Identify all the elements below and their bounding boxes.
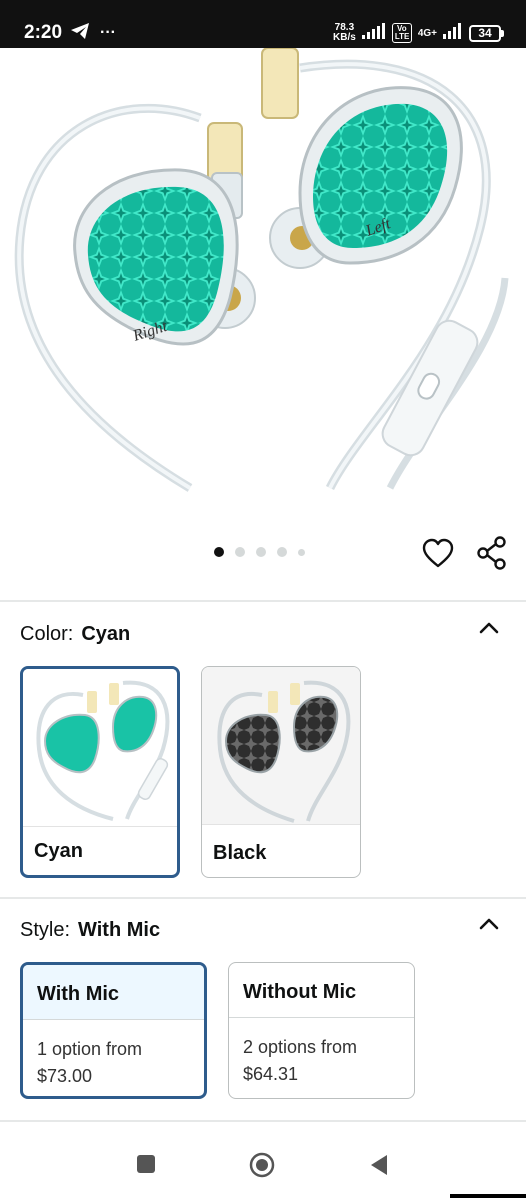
telegram-icon (70, 22, 90, 45)
selected-style: With Mic (78, 919, 161, 941)
signal-icon-2 (443, 22, 463, 44)
carousel-dot[interactable] (298, 548, 305, 556)
gesture-indicator (450, 1194, 526, 1198)
chevron-up-icon[interactable] (478, 917, 500, 931)
battery-icon: 34 (469, 24, 504, 42)
network-type: 4G+ (417, 27, 437, 39)
selected-color: Cyan (81, 623, 131, 645)
style-option-title: With Mic (23, 965, 204, 1020)
wishlist-button[interactable] (422, 538, 454, 570)
chevron-up-icon[interactable] (478, 621, 500, 635)
style-option-price: $64.31 (243, 1064, 299, 1084)
divider (0, 897, 526, 899)
style-option-count: 2 options from (243, 1037, 358, 1057)
heart-icon (422, 538, 454, 568)
style-option-without-mic[interactable]: Without Mic 2 options from $64.31 (228, 962, 415, 1099)
style-section-label: Style: With Mic (20, 919, 161, 941)
status-right-icons: 78.3 KB/s Vo LTE 4G+ 34 (333, 22, 504, 44)
back-triangle-icon (371, 1155, 387, 1175)
color-option-cyan[interactable]: Cyan (20, 666, 180, 878)
recents-button[interactable] (136, 1154, 156, 1179)
carousel-dot[interactable] (277, 547, 287, 557)
square-icon (137, 1155, 155, 1173)
black-thumbnail (202, 667, 360, 825)
network-speed: 78.3 KB/s (333, 22, 356, 43)
style-option-count: 1 option from (37, 1039, 143, 1059)
volte-badge: Vo LTE (391, 23, 412, 43)
carousel-dot[interactable] (214, 547, 224, 557)
carousel-dot[interactable] (256, 547, 266, 557)
status-bar: 2:20 ··· 78.3 KB/s Vo LTE 4G+ 34 (0, 0, 526, 48)
divider (0, 1120, 526, 1122)
color-option-black[interactable]: Black (201, 666, 361, 878)
color-section-label: Color: Cyan (20, 623, 131, 645)
product-image[interactable]: Right Left (0, 48, 526, 500)
system-nav-bar (0, 1126, 526, 1198)
share-button[interactable] (476, 536, 508, 570)
more-notifications-icon: ··· (100, 24, 116, 41)
share-icon (477, 536, 506, 570)
color-option-label: Cyan (34, 840, 83, 862)
earphones-illustration: Right Left (14, 48, 509, 492)
style-option-price: $73.00 (37, 1066, 93, 1086)
carousel-dot[interactable] (235, 547, 245, 557)
home-circle-icon (249, 1152, 275, 1178)
back-button[interactable] (369, 1154, 389, 1181)
image-carousel-dots (214, 547, 305, 557)
status-time: 2:20 (24, 22, 63, 43)
style-option-title: Without Mic (229, 963, 414, 1018)
divider (0, 600, 526, 602)
color-option-label: Black (213, 842, 267, 864)
home-button[interactable] (249, 1152, 275, 1183)
style-option-with-mic[interactable]: With Mic 1 option from $73.00 (20, 962, 207, 1099)
cyan-thumbnail (23, 669, 177, 827)
signal-icon (361, 22, 386, 44)
status-left-icons: ··· (70, 22, 116, 45)
